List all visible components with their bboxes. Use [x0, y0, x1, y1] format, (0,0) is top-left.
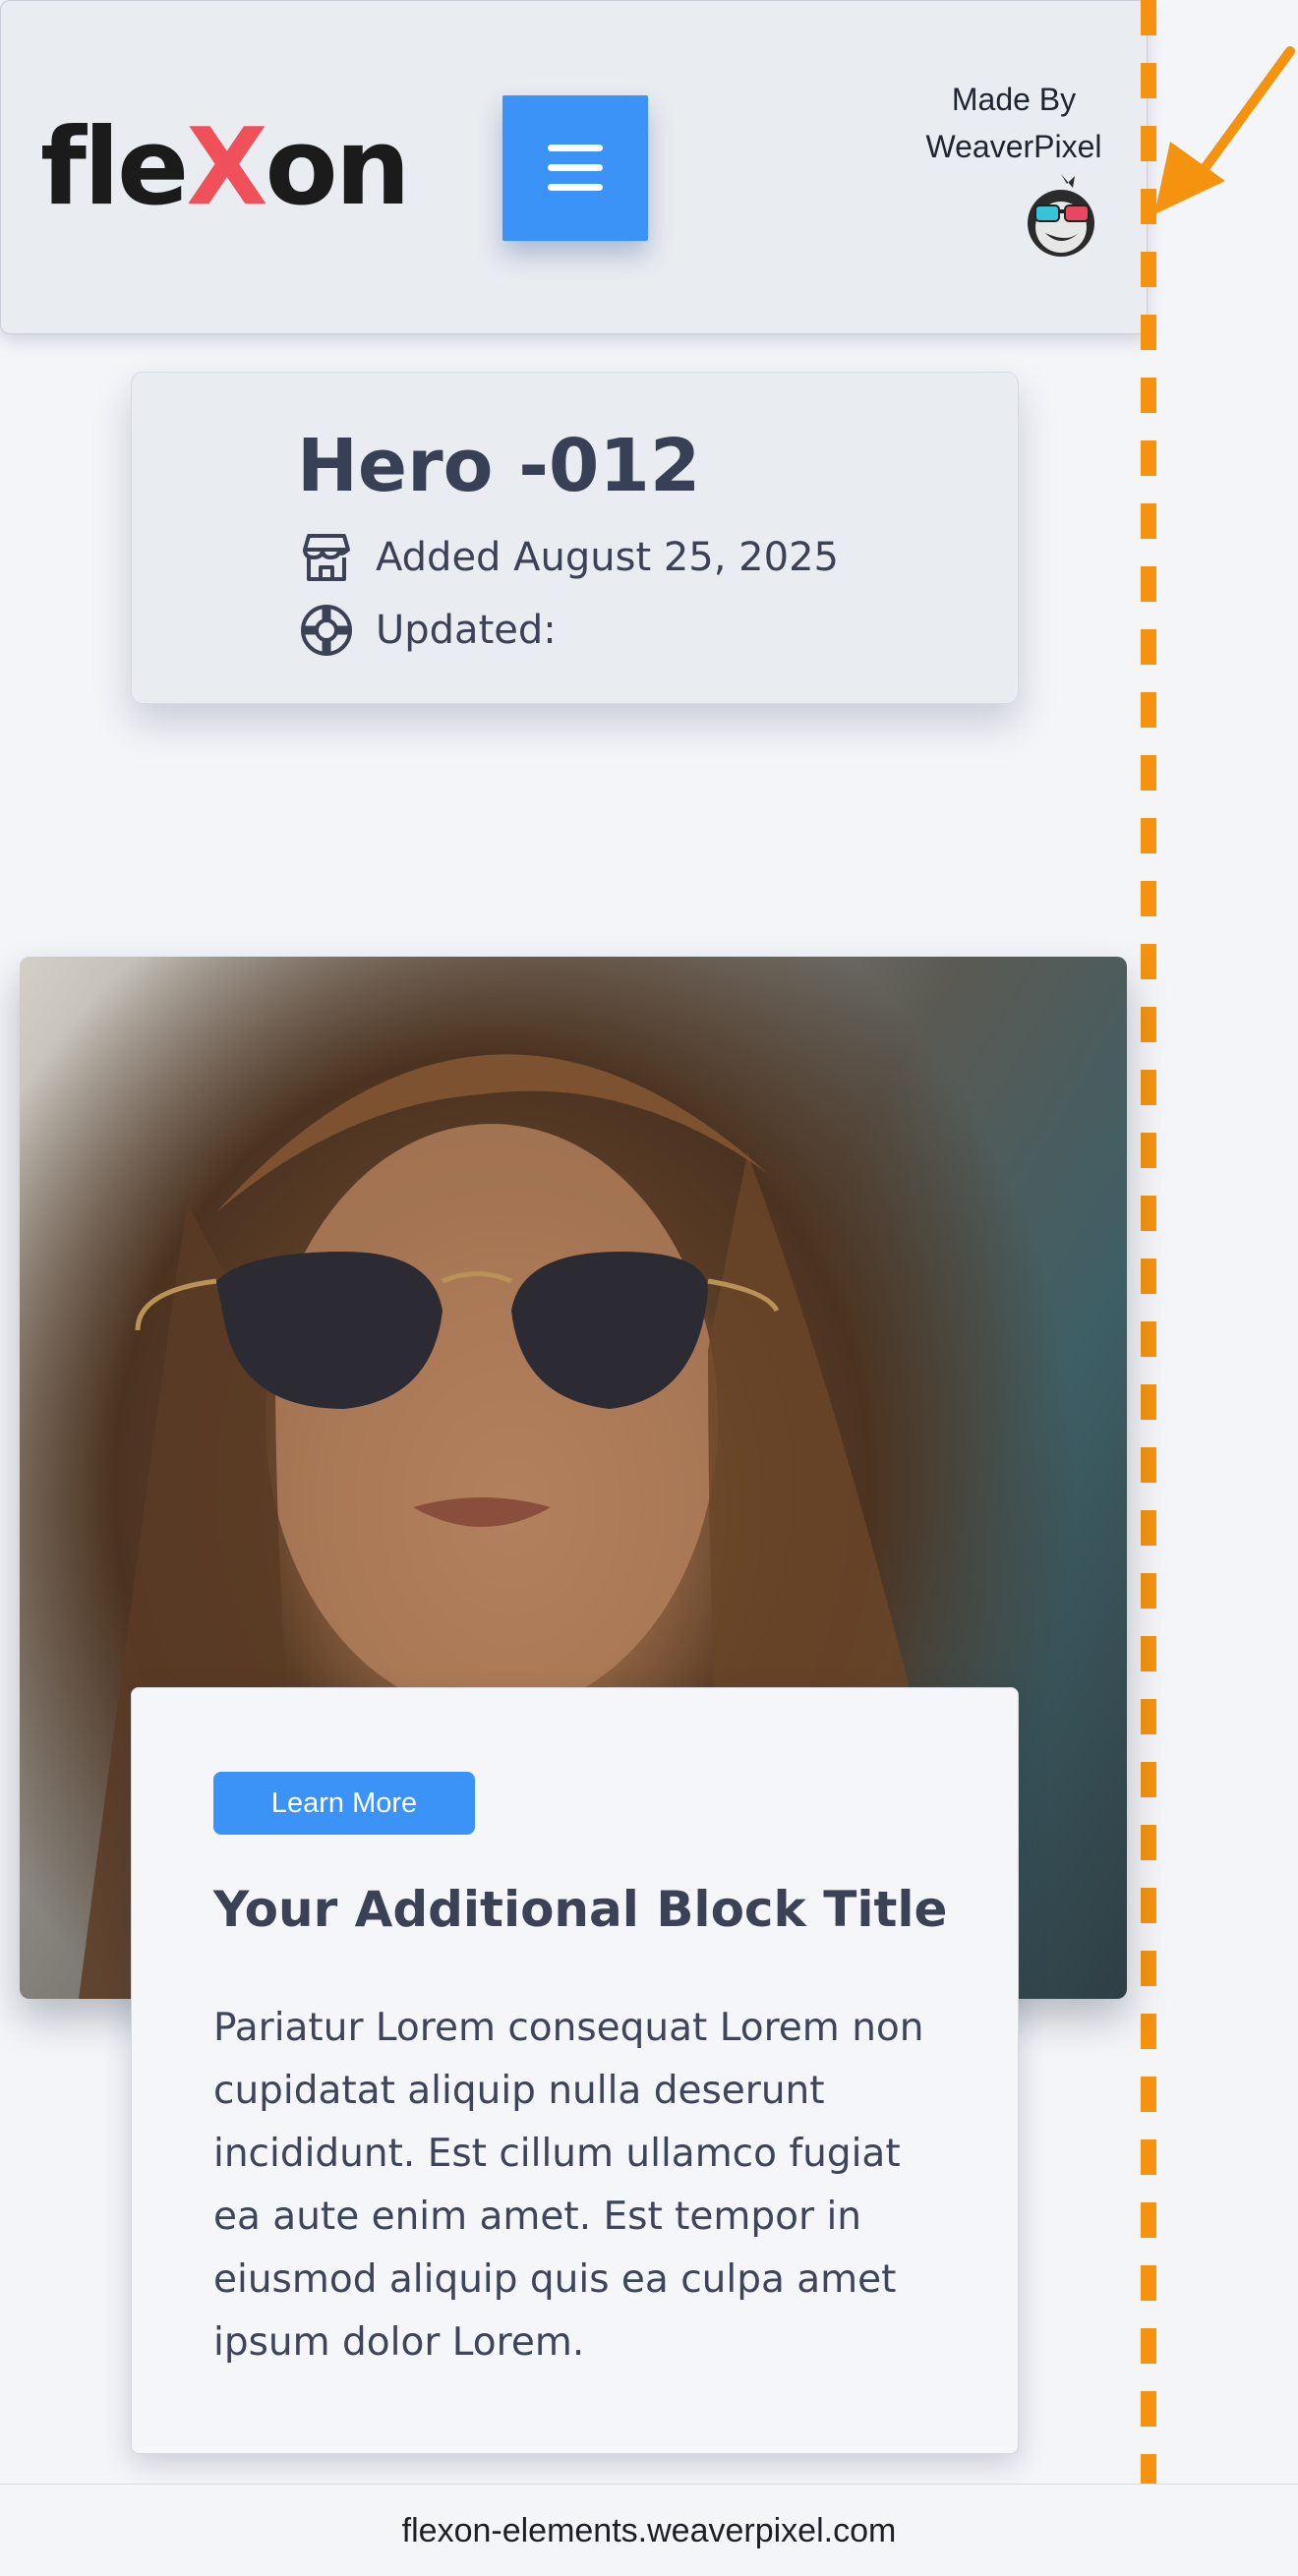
made-by-label: Made By [951, 82, 1077, 117]
updated-row: Updated: [299, 603, 557, 658]
card-body-text: Pariatur Lorem consequat Lorem non cupid… [213, 2006, 924, 2365]
hamburger-menu-icon [548, 145, 603, 192]
footer: flexon-elements.weaverpixel.com [0, 2484, 1298, 2576]
arrow-icon [1154, 46, 1295, 214]
logo-prefix: fle [40, 106, 189, 229]
element-info-card: Hero -012 Added August 25, 2025 Updated: [131, 372, 1019, 704]
weaverpixel-mascot-icon [1028, 174, 1094, 257]
logo-suffix: on [265, 106, 411, 229]
lifebuoy-icon [301, 605, 352, 656]
store-icon [303, 534, 350, 581]
element-title: Hero -012 [297, 424, 701, 508]
made-by-credit[interactable]: Made By WeaverPixel [906, 76, 1122, 170]
content-card: Learn More Your Additional Block Title P… [131, 1687, 1019, 2454]
card-title: Your Additional Block Title [213, 1881, 948, 1938]
added-date-row: Added August 25, 2025 [299, 530, 839, 585]
site-header: fleXon Made By WeaverPixel [0, 0, 1148, 334]
dashed-guide-line [1141, 0, 1156, 2576]
footer-url[interactable]: flexon-elements.weaverpixel.com [0, 2512, 1298, 2550]
flexon-logo[interactable]: fleXon [40, 106, 411, 229]
made-by-brand: WeaverPixel [925, 129, 1102, 164]
learn-more-button[interactable]: Learn More [213, 1772, 475, 1835]
menu-button[interactable] [502, 95, 648, 241]
logo-x: X [186, 106, 267, 229]
updated-label: Updated: [376, 608, 557, 653]
added-date: Added August 25, 2025 [376, 535, 839, 580]
